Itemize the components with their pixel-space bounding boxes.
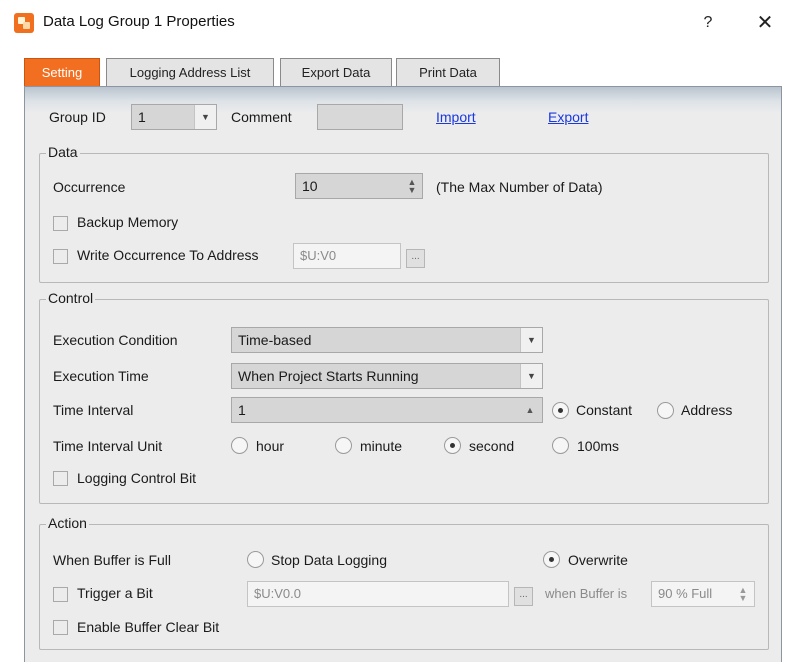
unit-second-label: second [469,438,515,454]
chevron-down-icon: ▼ [520,328,542,352]
trigger-bit-address-input[interactable]: $U:V0.0 [247,581,509,607]
unit-hour-radio[interactable] [231,437,248,454]
help-button[interactable]: ? [694,10,722,36]
comment-label: Comment [231,109,292,125]
write-occurrence-checkbox[interactable] [53,249,68,264]
tab-print-data[interactable]: Print Data [396,58,500,86]
when-buffer-is-label: when Buffer is [545,586,628,601]
unit-minute-radio[interactable] [335,437,352,454]
time-interval-label: Time Interval [53,402,134,418]
trigger-bit-label: Trigger a Bit [77,585,153,601]
write-occurrence-address-input[interactable]: $U:V0 [293,243,401,269]
overwrite-label: Overwrite [568,552,628,568]
window-title: Data Log Group 1 Properties [43,13,235,30]
execution-condition-select[interactable]: Time-based ▼ [231,327,543,353]
tab-logging-address-list[interactable]: Logging Address List [106,58,274,86]
time-interval-unit-label: Time Interval Unit [53,438,163,454]
overwrite-radio[interactable] [543,551,560,568]
when-buffer-full-label: When Buffer is Full [53,552,172,568]
group-id-value: 1 [138,109,146,125]
constant-label: Constant [576,402,633,418]
group-id-label: Group ID [49,109,106,125]
control-group-legend: Control [46,290,96,306]
spin-arrows-icon: ▲ ▼ [738,585,748,603]
import-link[interactable]: Import [436,109,476,125]
buffer-percent-value: 90 % Full [658,586,713,601]
stop-data-logging-label: Stop Data Logging [271,552,387,568]
execution-condition-value: Time-based [238,332,312,348]
write-occurrence-browse-button[interactable]: ... [406,249,425,268]
spin-up-icon: ▲ [525,405,535,415]
close-button[interactable]: ✕ [750,10,780,36]
trigger-bit-checkbox[interactable] [53,587,68,602]
unit-100ms-radio[interactable] [552,437,569,454]
chevron-down-icon: ▼ [520,364,542,388]
backup-memory-checkbox[interactable] [53,216,68,231]
constant-radio[interactable] [552,402,569,419]
stop-data-logging-radio[interactable] [247,551,264,568]
occurrence-value: 10 [302,178,318,194]
time-interval-value: 1 [238,402,246,418]
group-id-select[interactable]: 1 ▼ [131,104,217,130]
unit-hour-label: hour [256,438,285,454]
logging-control-bit-label: Logging Control Bit [77,470,197,486]
enable-buffer-clear-checkbox[interactable] [53,620,68,635]
occurrence-note: (The Max Number of Data) [436,179,603,195]
execution-time-select[interactable]: When Project Starts Running ▼ [231,363,543,389]
address-label: Address [681,402,733,418]
buffer-percent-spinner[interactable]: 90 % Full ▲ ▼ [651,581,755,607]
setting-panel: Group ID 1 ▼ Comment Import Export Data … [24,86,782,662]
spin-arrows-icon: ▲ ▼ [407,177,417,195]
export-link[interactable]: Export [548,109,588,125]
time-interval-spinner[interactable]: 1 ▲ [231,397,543,423]
execution-condition-label: Execution Condition [53,332,178,348]
action-group-legend: Action [46,515,89,531]
data-group-legend: Data [46,144,80,160]
logging-control-bit-checkbox[interactable] [53,471,68,486]
unit-100ms-label: 100ms [577,438,620,454]
execution-time-value: When Project Starts Running [238,368,419,384]
chevron-down-icon: ▼ [194,105,216,129]
occurrence-spinner[interactable]: 10 ▲ ▼ [295,173,423,199]
unit-second-radio[interactable] [444,437,461,454]
execution-time-label: Execution Time [53,368,149,384]
tab-setting[interactable]: Setting [24,58,100,87]
data-log-icon [14,13,34,33]
tab-export-data[interactable]: Export Data [280,58,392,86]
comment-input[interactable] [317,104,403,130]
occurrence-label: Occurrence [53,179,126,195]
address-radio[interactable] [657,402,674,419]
trigger-bit-browse-button[interactable]: ... [514,587,533,606]
write-occurrence-label: Write Occurrence To Address [77,247,259,263]
enable-buffer-clear-label: Enable Buffer Clear Bit [77,619,220,635]
unit-minute-label: minute [360,438,403,454]
title-bar: Data Log Group 1 Properties ? ✕ [0,0,786,48]
backup-memory-label: Backup Memory [77,214,179,230]
